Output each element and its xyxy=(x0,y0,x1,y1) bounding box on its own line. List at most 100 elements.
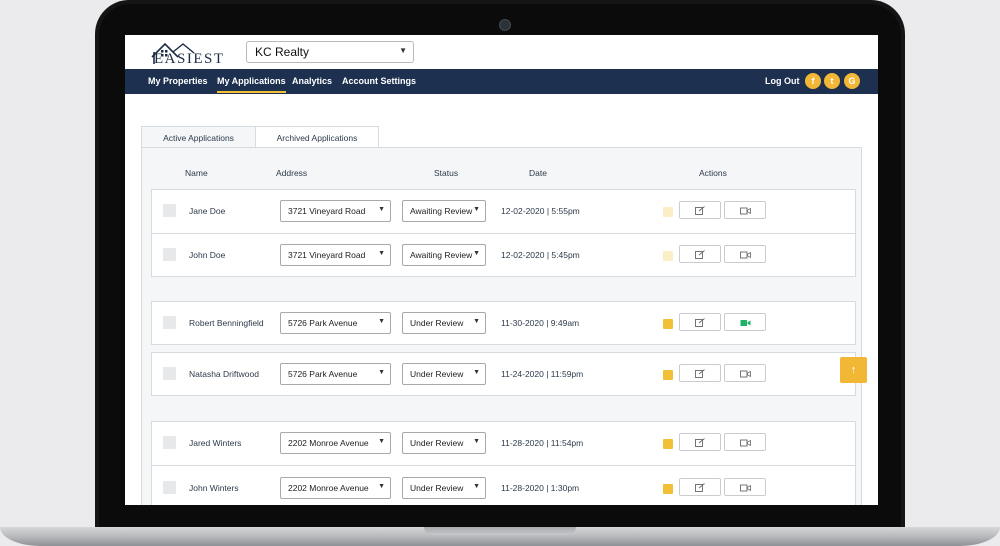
chevron-down-icon: ▼ xyxy=(378,369,385,376)
open-application-button[interactable] xyxy=(679,313,721,331)
application-group: Robert Benningfield 5726 Park Avenue ▼ Un… xyxy=(151,301,856,345)
chevron-down-icon: ▼ xyxy=(399,46,407,55)
address-select-value: 3721 Vineyard Road xyxy=(288,250,366,260)
open-application-button[interactable] xyxy=(679,201,721,219)
open-application-button[interactable] xyxy=(679,433,721,451)
video-camera-icon xyxy=(739,484,751,492)
applicant-name: Natasha Driftwood xyxy=(189,369,259,379)
external-link-icon xyxy=(695,369,705,378)
row-checkbox[interactable] xyxy=(163,204,176,217)
row-checkbox[interactable] xyxy=(163,248,176,261)
table-row: John Winters 2202 Monroe Avenue ▼ Under R… xyxy=(152,467,855,505)
table-row: Natasha Driftwood 5726 Park Avenue ▼ Unde… xyxy=(152,353,855,396)
status-select[interactable]: Under Review ▼ xyxy=(402,312,486,334)
column-header-address: Address xyxy=(276,168,308,178)
open-application-button[interactable] xyxy=(679,478,721,496)
video-camera-icon xyxy=(739,207,751,215)
table-row: John Doe 3721 Vineyard Road ▼ Awaiting Re… xyxy=(152,234,855,277)
address-select-value: 3721 Vineyard Road xyxy=(288,206,366,216)
address-select[interactable]: 2202 Monroe Avenue ▼ xyxy=(280,477,391,499)
external-link-icon xyxy=(695,483,705,492)
external-link-icon xyxy=(695,438,705,447)
note-icon[interactable] xyxy=(663,439,673,449)
open-application-button[interactable] xyxy=(679,245,721,263)
address-select-value: 5726 Park Avenue xyxy=(288,318,358,328)
application-date: 12-02-2020 | 5:45pm xyxy=(501,250,580,260)
company-select[interactable]: KC Realty ▼ xyxy=(246,41,414,63)
row-checkbox[interactable] xyxy=(163,316,176,329)
status-select-value: Under Review xyxy=(410,369,464,379)
application-group: Jared Winters 2202 Monroe Avenue ▼ Under … xyxy=(151,421,856,505)
address-select[interactable]: 5726 Park Avenue ▼ xyxy=(280,312,391,334)
video-camera-icon xyxy=(739,370,751,378)
row-checkbox[interactable] xyxy=(163,367,176,380)
address-select-value: 2202 Monroe Avenue xyxy=(288,483,369,493)
chevron-down-icon: ▼ xyxy=(378,250,385,257)
column-header-status: Status xyxy=(434,168,459,178)
tab-archived-applications[interactable]: Archived Applications xyxy=(255,126,379,148)
note-icon[interactable] xyxy=(663,207,673,217)
status-select[interactable]: Under Review ▼ xyxy=(402,363,486,385)
video-call-button[interactable] xyxy=(724,245,766,263)
nav-my-applications[interactable]: My Applications xyxy=(217,76,286,93)
status-select[interactable]: Under Review ▼ xyxy=(402,432,486,454)
chevron-down-icon: ▼ xyxy=(378,206,385,213)
open-application-button[interactable] xyxy=(679,364,721,382)
applicant-name: John Winters xyxy=(189,483,239,493)
chevron-down-icon: ▼ xyxy=(378,438,385,445)
note-icon[interactable] xyxy=(663,319,673,329)
address-select[interactable]: 3721 Vineyard Road ▼ xyxy=(280,200,391,222)
chevron-down-icon: ▼ xyxy=(473,206,480,213)
address-select-value: 5726 Park Avenue xyxy=(288,369,358,379)
nav-my-properties[interactable]: My Properties xyxy=(148,76,208,86)
nav-account-settings[interactable]: Account Settings xyxy=(342,76,416,86)
video-call-button[interactable] xyxy=(724,201,766,219)
row-checkbox[interactable] xyxy=(163,481,176,494)
video-camera-icon xyxy=(739,439,751,447)
row-divider xyxy=(152,465,855,466)
note-icon[interactable] xyxy=(663,251,673,261)
column-header-actions: Actions xyxy=(699,168,727,178)
chevron-down-icon: ▼ xyxy=(473,483,480,490)
chevron-down-icon: ▼ xyxy=(378,483,385,490)
top-bar: EASIEST KC Realty ▼ xyxy=(125,35,878,69)
row-checkbox[interactable] xyxy=(163,436,176,449)
applications-panel: Name Address Status Date Actions Jane Do… xyxy=(141,147,862,505)
status-select[interactable]: Awaiting Review ▼ xyxy=(402,244,486,266)
address-select[interactable]: 3721 Vineyard Road ▼ xyxy=(280,244,391,266)
status-select-value: Awaiting Review xyxy=(410,206,473,216)
chevron-down-icon: ▼ xyxy=(473,369,480,376)
video-call-button[interactable] xyxy=(724,313,766,331)
scroll-to-top-button[interactable]: ↑ xyxy=(840,357,867,383)
external-link-icon xyxy=(695,250,705,259)
status-select-value: Under Review xyxy=(410,438,464,448)
application-date: 12-02-2020 | 5:55pm xyxy=(501,206,580,216)
nav-analytics[interactable]: Analytics xyxy=(292,76,332,86)
tab-active-applications[interactable]: Active Applications xyxy=(141,126,256,148)
application-group: Natasha Driftwood 5726 Park Avenue ▼ Unde… xyxy=(151,352,856,396)
address-select[interactable]: 5726 Park Avenue ▼ xyxy=(280,363,391,385)
main-content: Active Applications Archived Application… xyxy=(125,94,878,505)
twitter-icon[interactable]: t xyxy=(824,73,840,89)
video-call-button[interactable] xyxy=(724,433,766,451)
google-icon[interactable]: G xyxy=(844,73,860,89)
video-camera-icon xyxy=(739,251,751,259)
external-link-icon xyxy=(695,206,705,215)
status-select[interactable]: Awaiting Review ▼ xyxy=(402,200,486,222)
laptop-notch xyxy=(424,527,576,535)
facebook-icon[interactable]: f xyxy=(805,73,821,89)
application-date: 11-24-2020 | 11:59pm xyxy=(501,369,584,379)
video-call-button[interactable] xyxy=(724,478,766,496)
status-select[interactable]: Under Review ▼ xyxy=(402,477,486,499)
video-camera-icon xyxy=(740,320,750,326)
company-select-value: KC Realty xyxy=(255,45,310,59)
main-nav: My Properties My Applications Analytics … xyxy=(125,69,878,94)
note-icon[interactable] xyxy=(663,484,673,494)
logo[interactable]: EASIEST xyxy=(149,40,231,67)
address-select[interactable]: 2202 Monroe Avenue ▼ xyxy=(280,432,391,454)
application-date: 11-28-2020 | 1:30pm xyxy=(501,483,580,493)
note-icon[interactable] xyxy=(663,370,673,380)
video-call-button[interactable] xyxy=(724,364,766,382)
logout-link[interactable]: Log Out xyxy=(765,76,800,86)
chevron-down-icon: ▼ xyxy=(378,318,385,325)
